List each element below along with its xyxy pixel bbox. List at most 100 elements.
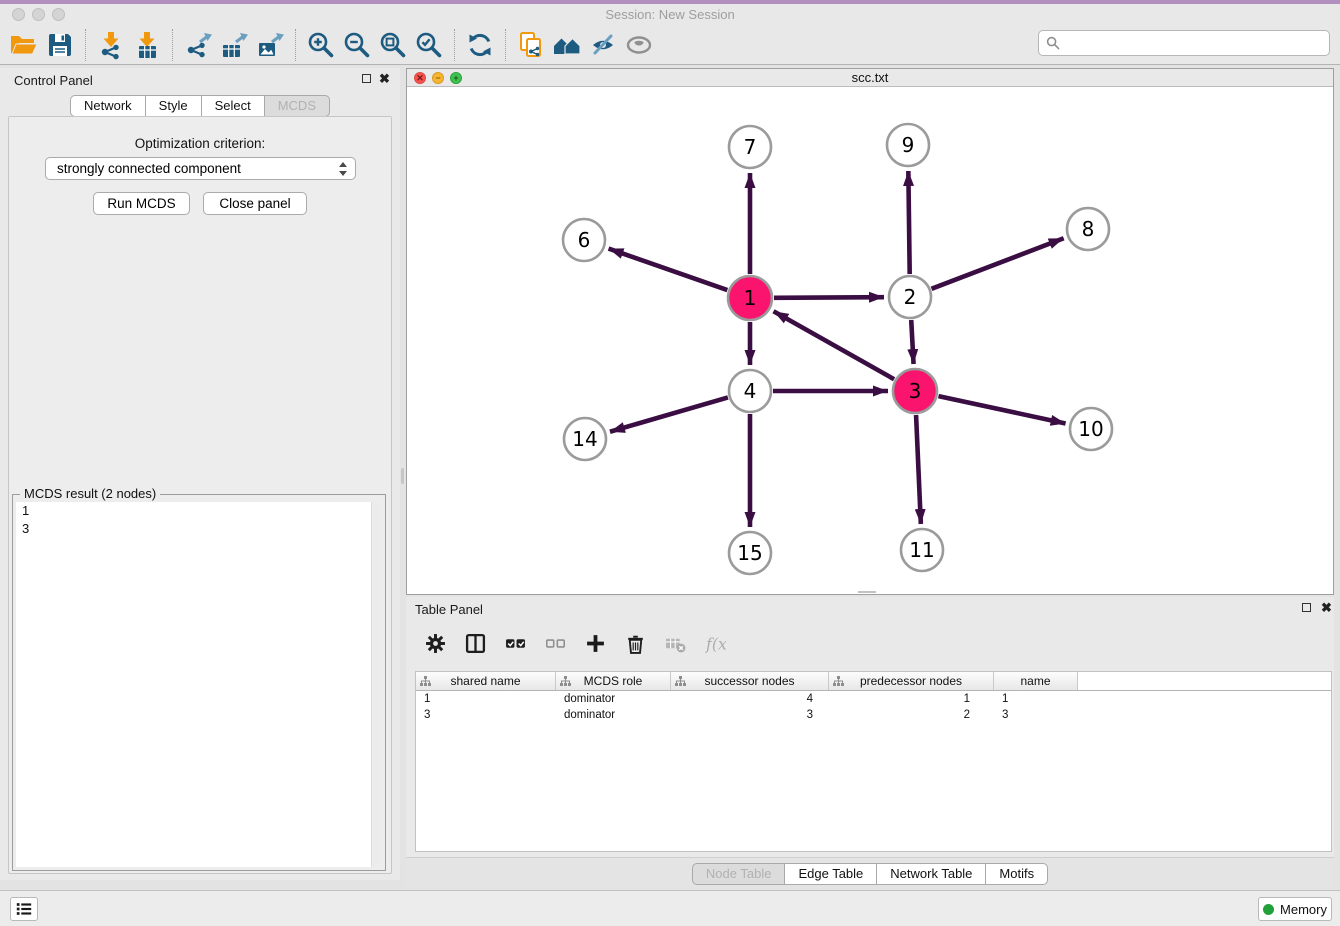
export-network-button[interactable]	[180, 27, 216, 63]
apply-layout-button[interactable]	[462, 27, 498, 63]
zoom-in-button[interactable]	[303, 27, 339, 63]
network-close-icon[interactable]: ✕	[414, 72, 426, 84]
column-label: MCDS role	[584, 674, 643, 688]
titlebar: Session: New Session	[0, 4, 1340, 25]
tab-style[interactable]: Style	[145, 95, 202, 117]
graph-node-10[interactable]: 10	[1070, 408, 1112, 450]
graph-node-9[interactable]: 9	[887, 124, 929, 166]
column-header-shared-name[interactable]: shared name	[416, 672, 556, 690]
node-label: 11	[909, 538, 934, 562]
shared-column-icon	[833, 676, 844, 687]
select-all-button[interactable]	[502, 630, 528, 656]
optimization-criterion-dropdown[interactable]: strongly connected component	[45, 157, 356, 180]
table-row-3[interactable]: 3dominator323	[416, 707, 1331, 723]
cell[interactable]: 3	[416, 707, 556, 723]
save-session-button[interactable]	[42, 27, 78, 63]
network-minimize-icon[interactable]: −	[432, 72, 444, 84]
create-column-button[interactable]	[582, 630, 608, 656]
column-header-successor-nodes[interactable]: successor nodes	[671, 672, 829, 690]
node-label: 7	[744, 135, 757, 159]
graph-edge-2-3[interactable]	[911, 320, 913, 364]
show-graphics-details-button[interactable]	[621, 27, 657, 63]
search-input[interactable]	[1065, 33, 1329, 53]
column-header-predecessor-nodes[interactable]: predecessor nodes	[829, 672, 994, 690]
export-image-button[interactable]	[252, 27, 288, 63]
hide-graphics-details-button[interactable]	[585, 27, 621, 63]
tab-motifs[interactable]: Motifs	[985, 863, 1048, 885]
column-header-MCDS-role[interactable]: MCDS role	[556, 672, 671, 690]
column-selector-button[interactable]	[462, 630, 488, 656]
graph-node-3[interactable]: 3	[893, 369, 937, 413]
cell[interactable]: 1	[994, 691, 1078, 707]
search-box	[1038, 30, 1330, 56]
column-selector-icon	[465, 633, 486, 654]
home-networks-button[interactable]	[549, 27, 585, 63]
close-panel-button[interactable]: Close panel	[203, 192, 307, 215]
graph-node-4[interactable]: 4	[729, 370, 771, 412]
graph-node-1[interactable]: 1	[728, 276, 772, 320]
export-table-button[interactable]	[216, 27, 252, 63]
graph-edge-3-11[interactable]	[916, 415, 921, 524]
mcds-result-list[interactable]: 13	[16, 502, 382, 867]
graph-node-15[interactable]: 15	[729, 532, 771, 574]
graph-edge-3-10[interactable]	[938, 396, 1065, 423]
delete-column-button[interactable]	[622, 630, 648, 656]
horizontal-splitter[interactable]	[858, 590, 876, 595]
tab-network[interactable]: Network	[70, 95, 146, 117]
column-header-name[interactable]: name	[994, 672, 1078, 690]
cell[interactable]: dominator	[556, 707, 671, 723]
cell[interactable]: 1	[416, 691, 556, 707]
import-network-button[interactable]	[93, 27, 129, 63]
task-history-button[interactable]	[10, 897, 38, 921]
graph-node-14[interactable]: 14	[564, 418, 606, 460]
tab-select[interactable]: Select	[201, 95, 265, 117]
tab-node-table[interactable]: Node Table	[692, 863, 786, 885]
zoom-fit-button[interactable]	[375, 27, 411, 63]
toolbar-buttons	[6, 27, 657, 63]
cell[interactable]: dominator	[556, 691, 671, 707]
network-window-titlebar: ✕ − + scc.txt	[407, 69, 1333, 87]
graph-edge-1-2[interactable]	[774, 297, 884, 298]
zoom-out-button[interactable]	[339, 27, 375, 63]
cell[interactable]: 2	[829, 707, 994, 723]
memory-button[interactable]: Memory	[1258, 897, 1332, 921]
zoom-selected-button[interactable]	[411, 27, 447, 63]
graph-node-6[interactable]: 6	[563, 219, 605, 261]
graph-node-8[interactable]: 8	[1067, 208, 1109, 250]
memory-status-icon	[1263, 904, 1274, 915]
graph-edge-2-8[interactable]	[931, 238, 1063, 289]
float-table-panel-icon[interactable]	[1302, 603, 1311, 612]
table-row-1[interactable]: 1dominator411	[416, 691, 1331, 707]
network-maximize-icon[interactable]: +	[450, 72, 462, 84]
table-tabs-strip: Node TableEdge TableNetwork TableMotifs	[406, 857, 1334, 889]
table-header-row: shared name MCDS role successor nodesprede…	[416, 672, 1331, 691]
graph-node-2[interactable]: 2	[889, 276, 931, 318]
copy-style-button[interactable]	[513, 27, 549, 63]
graph-node-7[interactable]: 7	[729, 126, 771, 168]
open-session-button[interactable]	[6, 27, 42, 63]
close-table-panel-icon[interactable]: ✖	[1321, 600, 1332, 616]
network-canvas[interactable]: 7 9 6 8 1 2 4 3 14 10 15 11	[407, 87, 1333, 594]
close-panel-icon[interactable]: ✖	[379, 71, 390, 87]
table-mode-button[interactable]	[422, 630, 448, 656]
tab-network-table[interactable]: Network Table	[876, 863, 986, 885]
tab-edge-table[interactable]: Edge Table	[784, 863, 877, 885]
run-mcds-button[interactable]: Run MCDS	[93, 192, 190, 215]
cell[interactable]: 3	[671, 707, 829, 723]
cell[interactable]: 4	[671, 691, 829, 707]
import-table-button[interactable]	[129, 27, 165, 63]
graph-node-11[interactable]: 11	[901, 529, 943, 571]
result-scrollbar[interactable]	[371, 502, 382, 867]
graph-edge-2-9[interactable]	[908, 171, 909, 274]
float-panel-icon[interactable]	[362, 74, 371, 83]
cell[interactable]: 3	[994, 707, 1078, 723]
status-bar: Memory	[0, 890, 1340, 926]
graph-edge-4-14[interactable]	[610, 397, 728, 431]
toolbar-separator	[85, 29, 86, 61]
graph-edge-3-1[interactable]	[774, 311, 895, 379]
tab-mcds[interactable]: MCDS	[264, 95, 330, 117]
graph-edge-1-6[interactable]	[609, 249, 728, 291]
deselect-all-button[interactable]	[542, 630, 568, 656]
create-column-icon	[585, 633, 606, 654]
cell[interactable]: 1	[829, 691, 994, 707]
